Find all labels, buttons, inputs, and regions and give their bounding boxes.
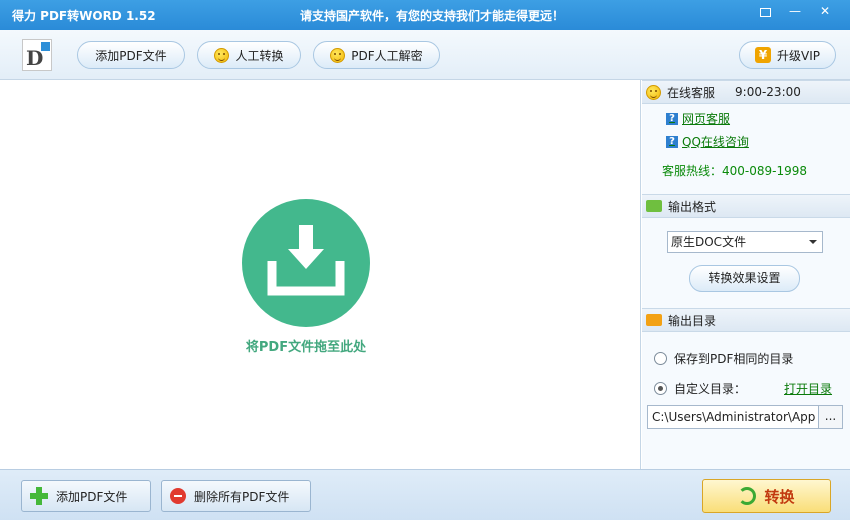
output-format-value: 原生DOC文件 <box>671 235 747 249</box>
service-hotline: 客服热线：400-089-1998 <box>662 164 808 178</box>
web-service-label: 网页客服 <box>682 112 731 126</box>
same-dir-radio[interactable] <box>654 352 667 365</box>
add-pdf-label: 添加PDF文件 <box>95 48 167 63</box>
output-path-input[interactable]: C:\Users\Administrator\App <box>647 405 819 429</box>
same-dir-option[interactable]: 保存到PDF相同的目录 <box>654 350 793 367</box>
refresh-icon <box>738 487 757 505</box>
add-pdf-bottom-label: 添加PDF文件 <box>56 489 128 504</box>
title-bar: 得力 PDF转WORD 1.52 请支持国产软件，有您的支持我们才能走得更远！ … <box>0 0 850 30</box>
upgrade-vip-button[interactable]: ¥ 升级VIP <box>739 41 836 69</box>
output-format-select[interactable]: 原生DOC文件 <box>667 231 823 253</box>
slogan-text: 请支持国产软件，有您的支持我们才能走得更远！ <box>300 9 565 23</box>
custom-dir-label: 自定义目录： <box>674 382 747 396</box>
smiley-icon <box>330 47 346 63</box>
app-logo: D <box>22 39 52 71</box>
pdf-decrypt-label: PDF人工解密 <box>351 48 423 63</box>
smiley-icon <box>646 84 661 100</box>
delete-all-pdf-button[interactable]: 删除所有PDF文件 <box>161 480 311 512</box>
help-icon: ? <box>666 112 678 125</box>
close-button[interactable]: ✕ <box>812 2 838 20</box>
online-service-title: 在线客服 <box>667 85 716 100</box>
download-icon[interactable] <box>242 199 370 327</box>
delete-all-label: 删除所有PDF文件 <box>194 489 290 504</box>
bottom-bar: 添加PDF文件 删除所有PDF文件 转换 <box>0 469 850 520</box>
custom-dir-radio[interactable] <box>654 382 667 395</box>
output-dir-title: 输出目录 <box>668 313 717 328</box>
smiley-icon <box>214 47 230 63</box>
folder-icon <box>646 200 662 212</box>
manual-convert-label: 人工转换 <box>235 48 284 63</box>
pdf-decrypt-button[interactable]: PDF人工解密 <box>313 41 440 69</box>
browse-button[interactable]: ... <box>818 405 843 429</box>
qq-consult-label: QQ在线咨询 <box>682 135 749 149</box>
upgrade-vip-label: 升级VIP <box>777 48 820 63</box>
app-title: 得力 PDF转WORD 1.52 <box>12 9 156 23</box>
service-hours: 9:00-23:00 <box>735 85 801 99</box>
qq-consult-link[interactable]: ? QQ在线咨询 <box>666 133 749 150</box>
menu-icon <box>759 8 771 17</box>
convert-effect-settings-button[interactable]: 转换效果设置 <box>689 265 800 292</box>
folder-icon <box>646 314 662 326</box>
custom-dir-option[interactable]: 自定义目录： <box>654 380 746 397</box>
pdf-drop-area[interactable]: 将PDF文件拖至此处 <box>0 80 641 469</box>
chevron-down-icon <box>809 240 817 244</box>
same-dir-label: 保存到PDF相同的目录 <box>674 352 794 366</box>
convert-button[interactable]: 转换 <box>702 479 831 513</box>
toolbar: D 添加PDF文件 人工转换 PDF人工解密 ¥ 升级VIP <box>0 30 850 80</box>
drop-hint: 将PDF文件拖至此处 <box>245 340 367 355</box>
minimize-button[interactable]: — <box>782 2 808 20</box>
open-dir-link[interactable]: 打开目录 <box>784 380 832 397</box>
logo-letter: D <box>26 46 44 70</box>
side-panel: 在线客服 9:00-23:00 ? 网页客服 ? QQ在线咨询 客服热线：400… <box>642 80 850 469</box>
web-service-link[interactable]: ? 网页客服 <box>666 110 730 127</box>
delete-icon <box>170 488 186 504</box>
output-format-header: 输出格式 <box>642 194 850 218</box>
yen-icon: ¥ <box>755 47 771 63</box>
convert-label: 转换 <box>764 487 795 506</box>
plus-icon <box>30 487 48 505</box>
online-service-header: 在线客服 9:00-23:00 <box>642 80 850 104</box>
add-pdf-button[interactable]: 添加PDF文件 <box>77 41 185 69</box>
add-pdf-bottom-button[interactable]: 添加PDF文件 <box>21 480 151 512</box>
manual-convert-button[interactable]: 人工转换 <box>197 41 301 69</box>
output-format-title: 输出格式 <box>668 199 717 214</box>
window-menu-button[interactable] <box>752 2 778 20</box>
output-dir-header: 输出目录 <box>642 308 850 332</box>
help-icon: ? <box>666 135 678 148</box>
